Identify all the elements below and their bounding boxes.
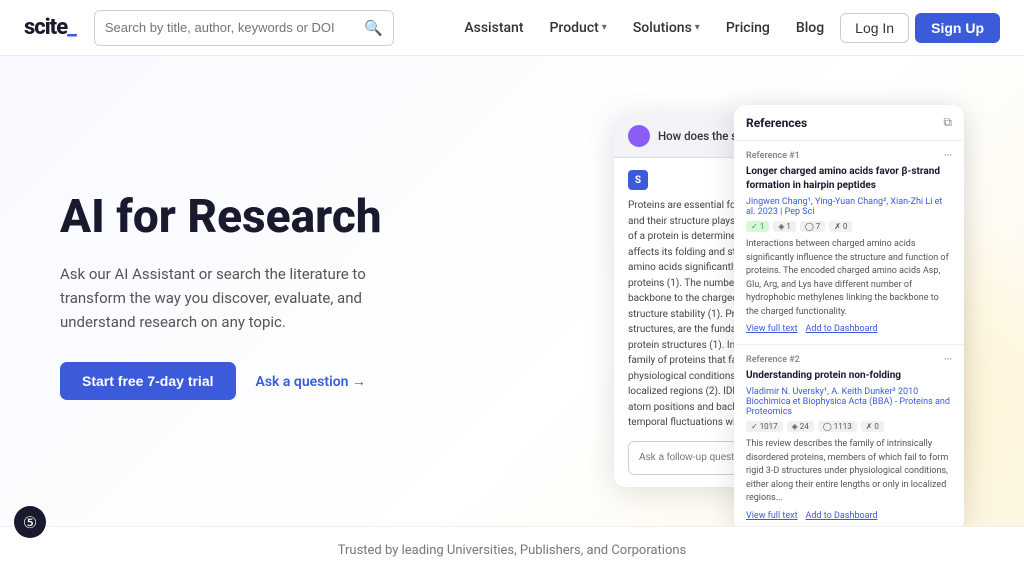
trial-button[interactable]: Start free 7-day trial — [60, 362, 236, 400]
ref1-view-link[interactable]: View full text — [746, 324, 798, 334]
ref1-number: Reference #1 ··· — [746, 151, 952, 161]
nav-product[interactable]: Product ▾ — [540, 14, 617, 42]
ref2-badge-0: ✗ 0 — [861, 421, 884, 432]
ask-question-link[interactable]: Ask a question → — [256, 373, 366, 390]
references-panel: References ⧉ Reference #1 ··· Longer cha… — [734, 105, 964, 526]
ref1-badge-1: ◈ 1 — [773, 221, 796, 232]
logo[interactable]: scite_ — [24, 15, 76, 40]
trusted-bar: Trusted by leading Universities, Publish… — [0, 526, 1024, 574]
ref1-title: Longer charged amino acids favor β-stran… — [746, 165, 952, 193]
ref2-dashboard-link[interactable]: Add to Dashboard — [806, 511, 878, 521]
trusted-text: Trusted by leading Universities, Publish… — [338, 543, 687, 558]
search-input[interactable] — [105, 20, 358, 35]
hero-actions: Start free 7-day trial Ask a question → — [60, 362, 480, 400]
logo-text: scite_ — [24, 15, 76, 40]
hero-left: AI for Research Ask our AI Assistant or … — [60, 192, 480, 401]
hero-right: How does the structure of a protein affe… — [480, 105, 964, 487]
ref2-links: View full text Add to Dashboard — [746, 511, 952, 521]
ref1-body: Interactions between charged amino acids… — [746, 238, 952, 319]
nav-blog[interactable]: Blog — [786, 14, 834, 42]
hero-section: AI for Research Ask our AI Assistant or … — [0, 56, 1024, 526]
chevron-down-icon: ▾ — [695, 22, 700, 33]
refs-title: References — [746, 116, 807, 130]
ref1-dashboard-link[interactable]: Add to Dashboard — [806, 324, 878, 334]
accessibility-button[interactable]: ⑤ — [14, 506, 46, 538]
ref2-badges: ✓ 1017 ◈ 24 ◯ 1113 ✗ 0 — [746, 421, 952, 432]
ref2-number: Reference #2 ··· — [746, 355, 952, 365]
ref2-menu-icon[interactable]: ··· — [944, 355, 952, 365]
login-button[interactable]: Log In — [840, 13, 909, 43]
ai-icon: S — [628, 170, 648, 190]
ref2-badge-1113: ◯ 1113 — [818, 421, 857, 432]
ref2-authors: Vladimir N. Uversky¹, A. Keith Dunker² 2… — [746, 387, 952, 417]
ref2-badge-24: ◈ 24 — [787, 421, 814, 432]
ref1-badge-supporting: ✓ 1 — [746, 221, 769, 232]
reference-1: Reference #1 ··· Longer charged amino ac… — [734, 141, 964, 345]
ref2-body: This review describes the family of intr… — [746, 438, 952, 506]
nav-assistant[interactable]: Assistant — [454, 14, 533, 42]
ref2-title: Understanding protein non-folding — [746, 369, 952, 383]
ref1-badges: ✓ 1 ◈ 1 ◯ 7 ✗ 0 — [746, 221, 952, 232]
hero-subtitle: Ask our AI Assistant or search the liter… — [60, 262, 430, 334]
ref2-badge-1017: ✓ 1017 — [746, 421, 783, 432]
signup-button[interactable]: Sign Up — [915, 13, 1000, 43]
copy-icon[interactable]: ⧉ — [943, 115, 952, 130]
search-bar[interactable]: 🔍 — [94, 10, 394, 46]
nav-solutions[interactable]: Solutions ▾ — [623, 14, 710, 42]
ref2-view-link[interactable]: View full text — [746, 511, 798, 521]
accessibility-icon: ⑤ — [23, 513, 37, 532]
ref1-authors: Jingwen Chang¹, Ying-Yuan Chang², Xian-Z… — [746, 197, 952, 217]
nav-pricing[interactable]: Pricing — [716, 14, 780, 42]
reference-2: Reference #2 ··· Understanding protein n… — [734, 345, 964, 526]
ref1-menu-icon[interactable]: ··· — [944, 151, 952, 161]
user-avatar — [628, 125, 650, 147]
navbar: scite_ 🔍 Assistant Product ▾ Solutions ▾… — [0, 0, 1024, 56]
search-icon[interactable]: 🔍 — [364, 19, 383, 37]
ref1-badge-7: ◯ 7 — [800, 221, 825, 232]
ref1-badge-0: ✗ 0 — [829, 221, 852, 232]
nav-links: Assistant Product ▾ Solutions ▾ Pricing … — [454, 13, 1000, 43]
chevron-down-icon: ▾ — [602, 22, 607, 33]
ref1-links: View full text Add to Dashboard — [746, 324, 952, 334]
hero-title: AI for Research — [60, 192, 480, 243]
refs-header: References ⧉ — [734, 105, 964, 141]
